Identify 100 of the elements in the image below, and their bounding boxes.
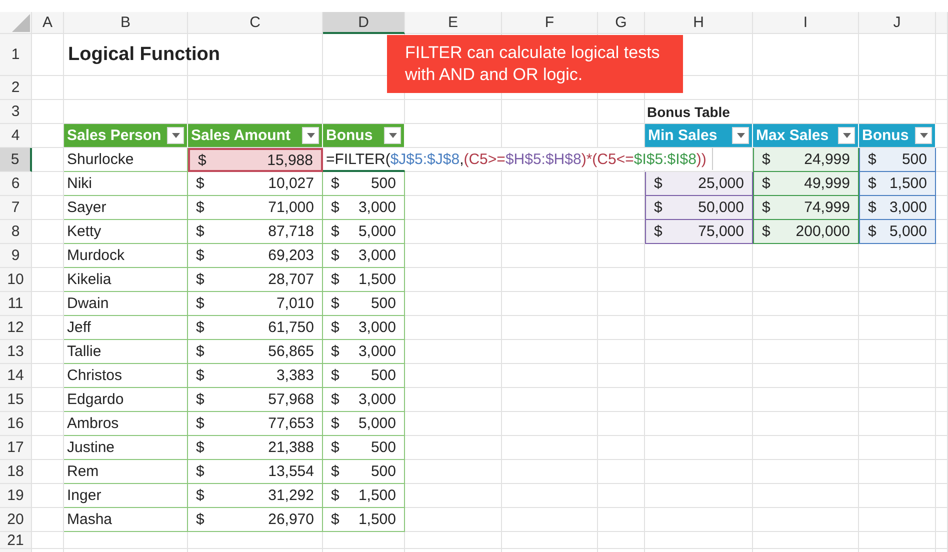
dropdown-button[interactable] xyxy=(384,127,401,144)
amount-value: 77,653 xyxy=(268,415,314,432)
row-header[interactable]: 16 xyxy=(0,412,32,436)
callout-box: FILTER can calculate logical tests with AND and OR logic. xyxy=(387,35,683,93)
caret-icon xyxy=(306,133,314,138)
table-title: Bonus Table xyxy=(646,104,730,120)
row-header[interactable]: 7 xyxy=(0,196,32,220)
table-cell: Kikelia xyxy=(64,268,188,292)
currency-symbol: $ xyxy=(196,391,204,408)
currency-symbol: $ xyxy=(196,463,204,480)
table-cell: Sayer xyxy=(64,196,188,220)
currency-symbol: $ xyxy=(762,151,770,168)
row-header[interactable]: 21 xyxy=(0,532,32,549)
amount-value: 3,000 xyxy=(358,319,396,336)
column-header[interactable]: D xyxy=(323,12,405,34)
column-header[interactable]: F xyxy=(502,12,598,34)
currency-symbol: $ xyxy=(868,151,876,168)
currency-symbol: $ xyxy=(762,175,770,192)
currency-symbol: $ xyxy=(331,367,340,384)
caret-icon xyxy=(920,133,928,138)
amount-value: 1,500 xyxy=(889,175,927,192)
amount-value: 87,718 xyxy=(268,223,314,240)
header-label: Min Sales xyxy=(648,127,718,144)
amount-value: 1,500 xyxy=(358,487,396,504)
dropdown-button[interactable] xyxy=(167,127,184,144)
amount-value: 26,970 xyxy=(268,511,314,528)
amount-value: 5,000 xyxy=(889,223,927,240)
row-header[interactable]: 14 xyxy=(0,364,32,388)
row-header[interactable]: 12 xyxy=(0,316,32,340)
table-cell: Dwain xyxy=(64,292,188,316)
caret-icon xyxy=(172,133,180,138)
amount-value: 7,010 xyxy=(276,295,314,312)
currency-symbol: $ xyxy=(654,175,662,192)
amount-value: 61,750 xyxy=(268,319,314,336)
currency-symbol: $ xyxy=(196,271,204,288)
currency-symbol: $ xyxy=(331,415,340,432)
amount-value: 69,203 xyxy=(268,247,314,264)
amount-value: 500 xyxy=(370,439,396,456)
amount-value: 21,388 xyxy=(268,439,314,456)
row-header[interactable]: 8 xyxy=(0,220,32,244)
currency-symbol: $ xyxy=(196,367,204,384)
amount-value: 49,999 xyxy=(804,175,850,192)
column-header[interactable]: H xyxy=(645,12,753,34)
row-header[interactable]: 9 xyxy=(0,244,32,268)
header-label: Sales Person xyxy=(67,127,162,144)
currency-symbol: $ xyxy=(196,415,204,432)
row-header[interactable]: 1 xyxy=(0,34,32,76)
currency-symbol: $ xyxy=(196,439,204,456)
amount-value: 500 xyxy=(370,295,396,312)
column-header[interactable]: J xyxy=(859,12,936,34)
row-header[interactable]: 10 xyxy=(0,268,32,292)
row-header[interactable]: 2 xyxy=(0,76,32,100)
sheet-title: Logical Function xyxy=(67,44,220,66)
currency-symbol: $ xyxy=(196,175,204,192)
column-header[interactable]: I xyxy=(753,12,859,34)
amount-value: 15,988 xyxy=(267,152,313,168)
row-header[interactable]: 20 xyxy=(0,508,32,532)
row-header[interactable]: 18 xyxy=(0,460,32,484)
column-header[interactable]: B xyxy=(64,12,188,34)
amount-value: 3,000 xyxy=(358,343,396,360)
table-cell: Masha xyxy=(64,508,188,532)
currency-symbol: $ xyxy=(331,487,340,504)
currency-symbol: $ xyxy=(196,223,204,240)
table-cell: Murdock xyxy=(64,244,188,268)
table-cell: Justine xyxy=(64,436,188,460)
amount-value: 5,000 xyxy=(358,223,396,240)
amount-value: 1,500 xyxy=(358,271,396,288)
amount-value: 3,000 xyxy=(889,199,927,216)
currency-symbol: $ xyxy=(654,199,662,216)
dropdown-button[interactable] xyxy=(732,127,749,144)
row-header[interactable]: 15 xyxy=(0,388,32,412)
row-header[interactable]: 19 xyxy=(0,484,32,508)
table-cell: Edgardo xyxy=(64,388,188,412)
row-header[interactable]: 13 xyxy=(0,340,32,364)
currency-symbol: $ xyxy=(868,223,876,240)
amount-value: 31,292 xyxy=(268,487,314,504)
dropdown-button[interactable] xyxy=(838,127,855,144)
row-header[interactable]: 17 xyxy=(0,436,32,460)
dropdown-button[interactable] xyxy=(302,127,319,144)
amount-value: 25,000 xyxy=(698,175,744,192)
currency-symbol: $ xyxy=(196,199,204,216)
column-header[interactable]: G xyxy=(598,12,645,34)
row-header[interactable]: 5 xyxy=(0,148,32,172)
column-header[interactable]: A xyxy=(32,12,64,34)
header-label: Bonus xyxy=(326,127,373,144)
table-cell: Ketty xyxy=(64,220,188,244)
currency-symbol: $ xyxy=(331,271,340,288)
row-header[interactable]: 11 xyxy=(0,292,32,316)
row-header[interactable]: 6 xyxy=(0,172,32,196)
currency-symbol: $ xyxy=(196,295,204,312)
amount-value: 75,000 xyxy=(698,223,744,240)
amount-value: 500 xyxy=(902,151,927,168)
dropdown-button[interactable] xyxy=(915,127,932,144)
currency-symbol: $ xyxy=(331,463,340,480)
caret-icon xyxy=(388,133,396,138)
table-cell: Jeff xyxy=(64,316,188,340)
column-header[interactable]: E xyxy=(405,12,502,34)
amount-value: 28,707 xyxy=(268,271,314,288)
row-header[interactable]: 3 xyxy=(0,100,32,124)
amount-value: 500 xyxy=(370,175,396,192)
